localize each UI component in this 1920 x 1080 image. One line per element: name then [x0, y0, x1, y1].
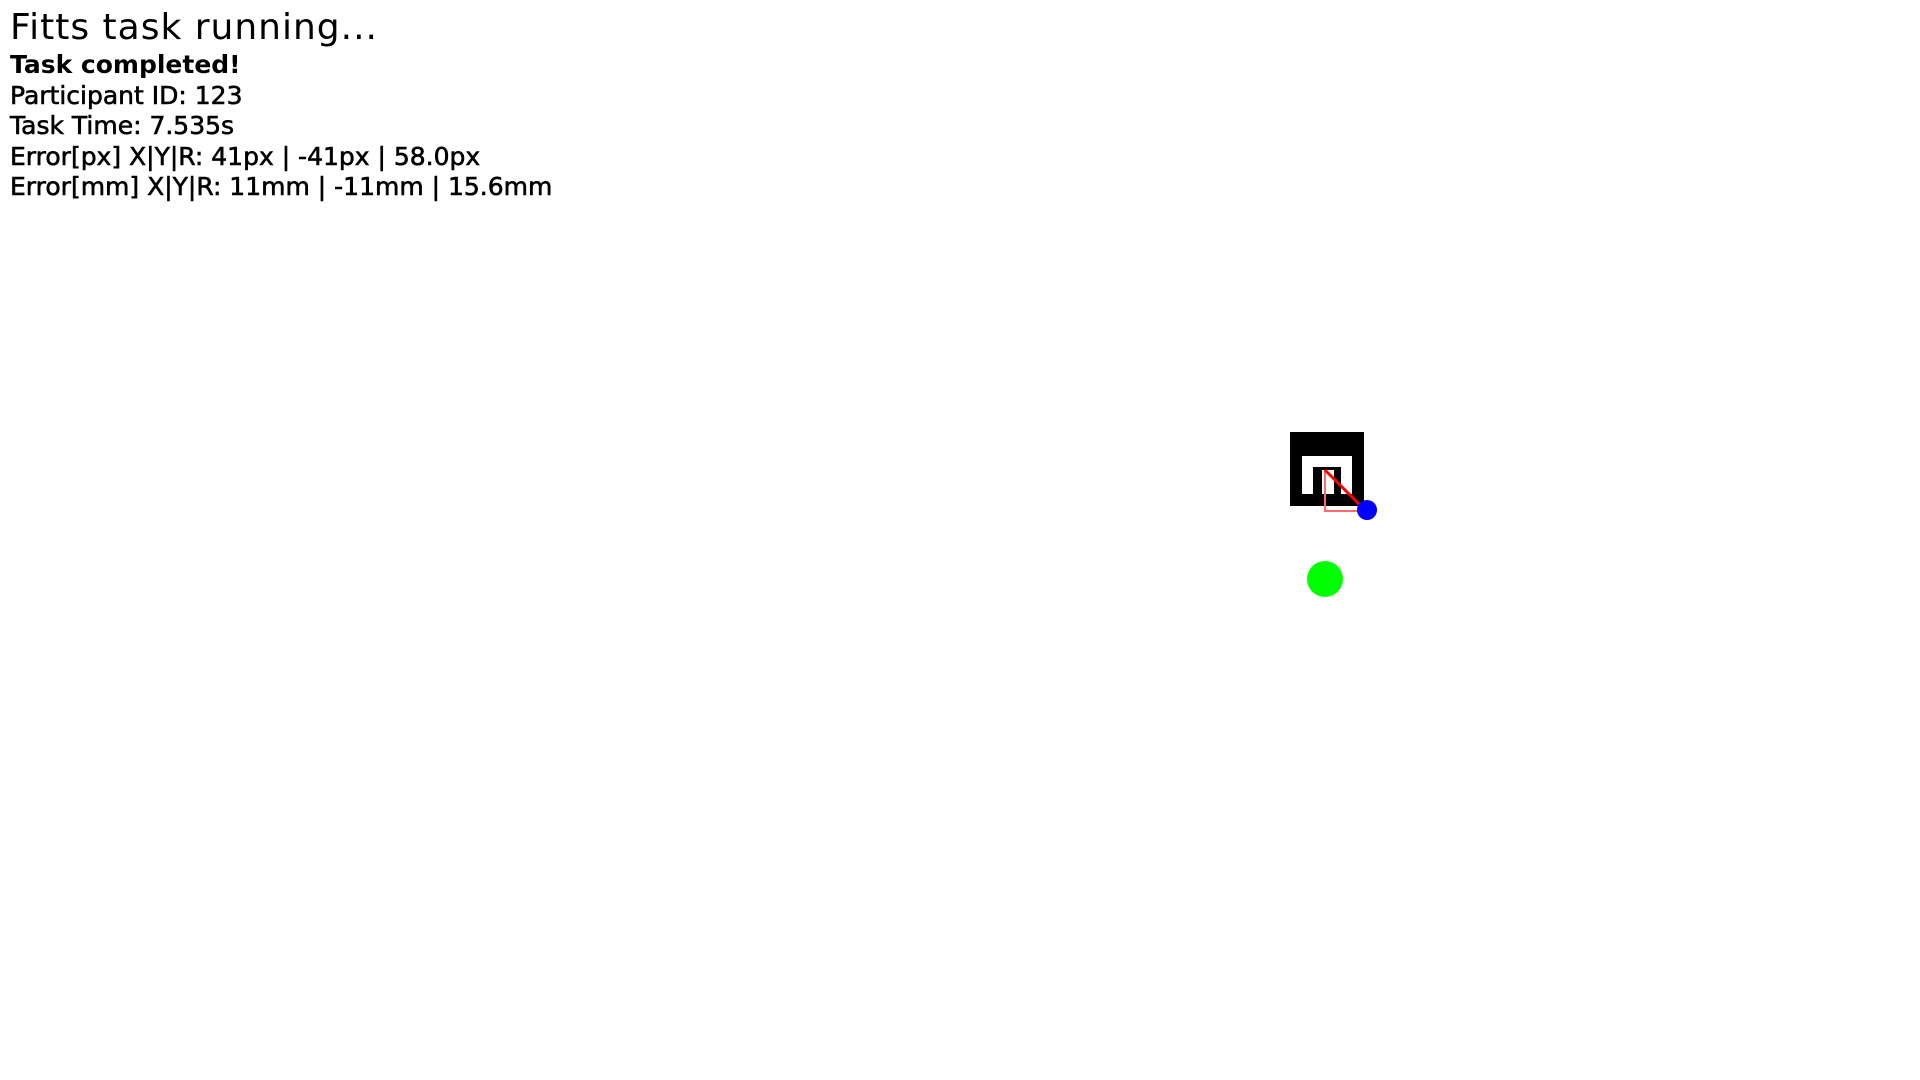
blue-dot-icon [1357, 500, 1377, 520]
green-target-icon[interactable] [1307, 561, 1343, 597]
task-canvas [1290, 432, 1377, 597]
fiducial-marker-icon [1290, 432, 1364, 506]
